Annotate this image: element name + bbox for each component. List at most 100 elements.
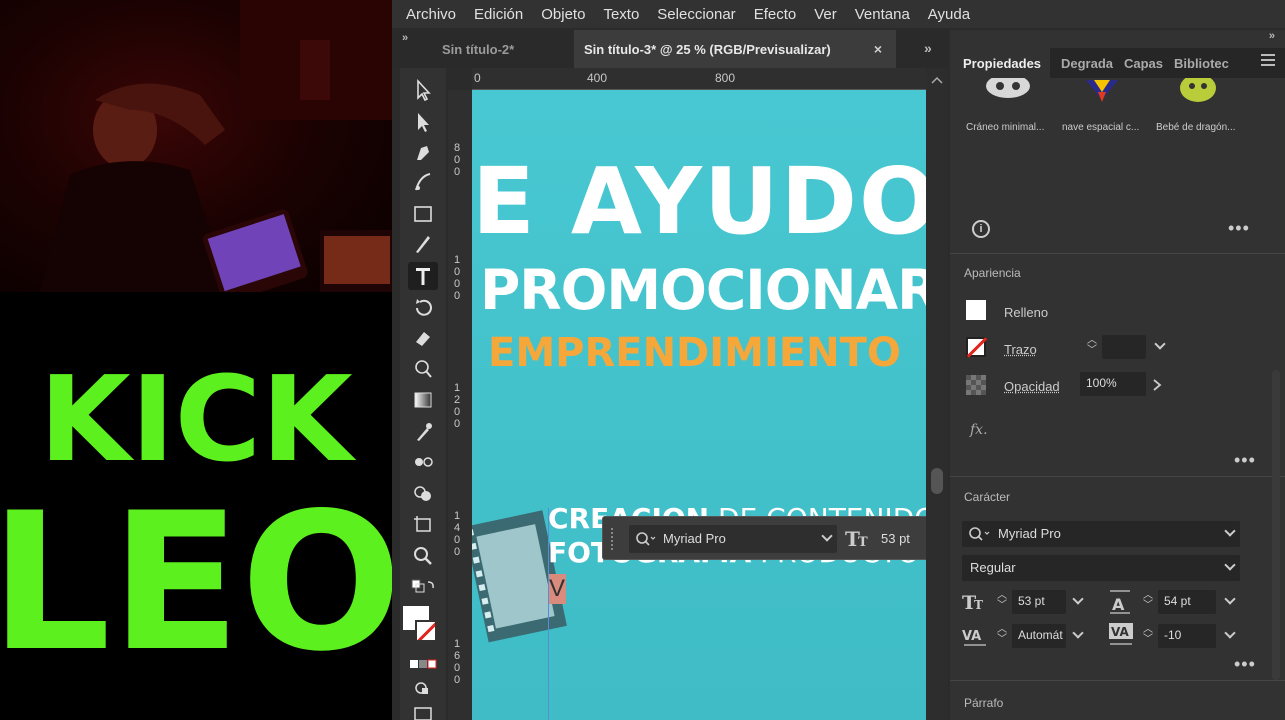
rectangle-tool-icon[interactable] [408,200,438,228]
kerning-stepper[interactable]: ︿ ﹀ [996,625,1008,647]
leading-stepper[interactable]: ︿ ﹀ [1142,591,1154,613]
vertical-scrollbar[interactable] [926,68,948,720]
type-tool-icon[interactable] [408,262,438,290]
ruler-tick-label: 0 [454,166,461,178]
tab-sin-titulo-3[interactable]: Sin título-3* @ 25 % (RGB/Previsualizar)… [574,30,896,68]
tab-degradado[interactable]: Degrada [1061,56,1113,71]
tab-label: Sin título-3* @ 25 % (RGB/Previsualizar) [584,41,831,57]
stroke-label[interactable]: Trazo [1004,342,1037,357]
more-options-icon[interactable]: ••• [1234,654,1256,675]
logo-line-1: KICK [39,350,357,488]
pen-tool-icon[interactable] [408,138,438,166]
gradient-tool-icon[interactable] [408,386,438,414]
toolbar-collapse-icon[interactable]: » [402,32,408,44]
menu-texto[interactable]: Texto [603,6,639,23]
logo-line-2: LEO [0,472,392,693]
leading-dropdown[interactable] [1220,590,1240,614]
close-icon[interactable]: × [874,41,882,57]
tab-propiedades[interactable]: Propiedades [963,56,1041,71]
tracking-dropdown[interactable] [1220,624,1240,648]
info-icon[interactable]: i [972,220,990,238]
kerning-dropdown[interactable] [1068,624,1088,648]
blend-tool-icon[interactable] [408,448,438,476]
shape-builder-tool-icon[interactable] [408,480,438,508]
properties-panel: » Propiedades Degrada Capas Bibliotec Cr… [950,30,1285,720]
artboard[interactable]: E AYUDO PROMOCIONAR EMPRENDIMIENTO V [472,90,926,720]
menu-objeto[interactable]: Objeto [541,6,585,23]
more-options-icon[interactable]: ••• [1228,218,1250,239]
panel-menu-icon[interactable] [1261,54,1275,66]
thumbnail-skull[interactable] [982,78,1034,108]
default-colors-icon[interactable] [408,576,438,604]
thumbnail-spaceship[interactable] [1076,78,1128,108]
font-size-input[interactable]: 53 pt [1012,590,1066,614]
promote-text[interactable]: PROMOCIONAR [480,258,926,322]
draw-mode-icon[interactable] [408,674,438,702]
opacity-label[interactable]: Opacidad [1004,379,1060,394]
tracking-stepper[interactable]: ︿ ﹀ [1142,625,1154,647]
menu-seleccionar[interactable]: Seleccionar [657,6,735,23]
menu-efecto[interactable]: Efecto [754,6,797,23]
stroke-weight-input[interactable] [1102,335,1146,359]
menu-ayuda[interactable]: Ayuda [928,6,970,23]
scrollbar-thumb[interactable] [931,468,943,494]
tab-bibliotecas[interactable]: Bibliotec [1174,56,1229,71]
menu-archivo[interactable]: Archivo [406,6,456,23]
stroke-color-swatch[interactable] [415,620,437,642]
kerning-input[interactable]: Automát [1012,624,1066,648]
panel-scrollbar[interactable] [1272,370,1280,680]
scroll-up-icon[interactable] [931,76,943,84]
font-size-stepper[interactable]: ︿ ﹀ [996,591,1008,613]
paintbrush-tool-icon[interactable] [408,230,438,258]
menu-ventana[interactable]: Ventana [855,6,910,23]
opacity-swatch[interactable] [966,375,986,395]
zoom-tool-icon[interactable] [408,542,438,570]
menu-edicion[interactable]: Edición [474,6,523,23]
font-size-dropdown[interactable]: 53 pt [871,525,926,553]
stroke-swatch[interactable] [966,337,986,357]
ruler-tick-label: 800 [715,71,736,85]
font-size-dropdown[interactable] [1068,590,1088,614]
stroke-weight-stepper[interactable]: ︿ ﹀ [1086,336,1098,358]
entrepreneurship-text[interactable]: EMPRENDIMIENTO [488,330,901,376]
divider [950,680,1285,681]
panel-collapse-icon[interactable]: » [1269,30,1275,42]
rotate-tool-icon[interactable] [408,294,438,322]
drag-handle[interactable] [611,528,617,550]
chevron-down-icon [1224,559,1236,571]
document-tabs: » Sin título-2* × Sin título-3* @ 25 % (… [392,30,948,68]
leading-input[interactable]: 54 pt [1158,590,1216,614]
tabs-overflow-icon[interactable]: » [924,40,932,56]
text-insertion-box[interactable]: V [548,574,566,604]
thumbnail-baby-dragon[interactable] [1172,78,1224,108]
warp-tool-icon[interactable] [408,354,438,382]
fx-effects-icon[interactable]: fx. [970,422,988,438]
tab-capas[interactable]: Capas [1124,56,1163,71]
selection-tool-icon[interactable] [408,76,438,104]
curvature-tool-icon[interactable] [408,168,438,196]
ruler-tick-label: 0 [454,674,461,686]
direct-selection-tool-icon[interactable] [408,108,438,136]
chevron-right-icon[interactable] [1152,378,1162,392]
eyedropper-tool-icon[interactable] [408,418,438,446]
character-font-dropdown[interactable]: Myriad Pro [962,521,1240,547]
tracking-input[interactable]: -10 [1158,624,1216,648]
menu-ver[interactable]: Ver [814,6,837,23]
character-title: Carácter [964,490,1011,504]
headline-text[interactable]: E AYUDO [472,148,926,255]
opacity-input[interactable]: 100% [1080,372,1146,396]
eraser-tool-icon[interactable] [408,324,438,352]
ruler-tick-label: 400 [587,71,608,85]
font-family-dropdown[interactable]: Myriad Pro [629,525,837,553]
fill-swatch[interactable] [966,300,986,320]
screen-mode-icon[interactable] [408,700,438,720]
stroke-weight-dropdown[interactable] [1150,335,1170,359]
artboard-tool-icon[interactable] [408,510,438,538]
character-font-value: Myriad Pro [998,526,1061,541]
document-canvas[interactable]: E AYUDO PROMOCIONAR EMPRENDIMIENTO V Myr… [472,90,926,720]
tab-label: Sin título-2* [442,41,515,57]
font-style-dropdown[interactable]: Regular [962,555,1240,581]
more-options-icon[interactable]: ••• [1234,450,1256,471]
webcam-scene [40,0,392,292]
tab-sin-titulo-2[interactable]: Sin título-2* × [442,30,584,68]
